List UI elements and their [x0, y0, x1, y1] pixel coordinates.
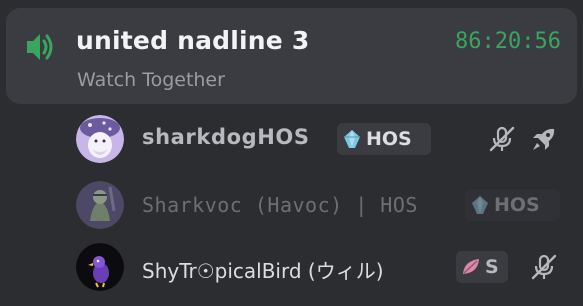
- muted-microphone-icon: [489, 126, 515, 152]
- diamond-icon: [344, 130, 360, 148]
- voice-user-sharkdoghos[interactable]: sharkdogHOS HOS: [70, 110, 575, 168]
- server-tag[interactable]: HOS: [465, 189, 560, 221]
- avatar: [76, 243, 124, 291]
- channel-timer: 86:20:56: [455, 29, 561, 54]
- voice-user-shytropicalbird[interactable]: ShyTr☉picalBird (ウィル) S: [70, 238, 575, 296]
- channel-name: united nadline 3: [76, 26, 310, 55]
- server-tag-label: S: [485, 256, 499, 278]
- server-tag-label: HOS: [366, 128, 412, 150]
- username: ShyTr☉picalBird (ウィル): [142, 259, 384, 283]
- server-tag[interactable]: HOS: [337, 123, 431, 155]
- username: Sharkvoc (Havoc) | HOS: [142, 193, 418, 217]
- muted-microphone-icon: [531, 254, 557, 280]
- server-tag-label: HOS: [494, 194, 540, 216]
- username: sharkdogHOS: [142, 125, 310, 149]
- avatar: [76, 115, 124, 163]
- leaf-icon: [463, 259, 479, 274]
- rocket-icon: [533, 128, 555, 150]
- voice-channel-card[interactable]: united nadline 3 86:20:56 Watch Together: [6, 8, 577, 104]
- voice-channel-panel: united nadline 3 86:20:56 Watch Together…: [0, 0, 583, 306]
- avatar: [76, 181, 124, 229]
- server-tag[interactable]: S: [456, 251, 508, 283]
- channel-activity: Watch Together: [77, 69, 225, 91]
- diamond-icon: [472, 196, 488, 214]
- voice-user-sharkvoc[interactable]: Sharkvoc (Havoc) | HOS HOS: [70, 176, 575, 234]
- speaker-icon: [27, 34, 53, 60]
